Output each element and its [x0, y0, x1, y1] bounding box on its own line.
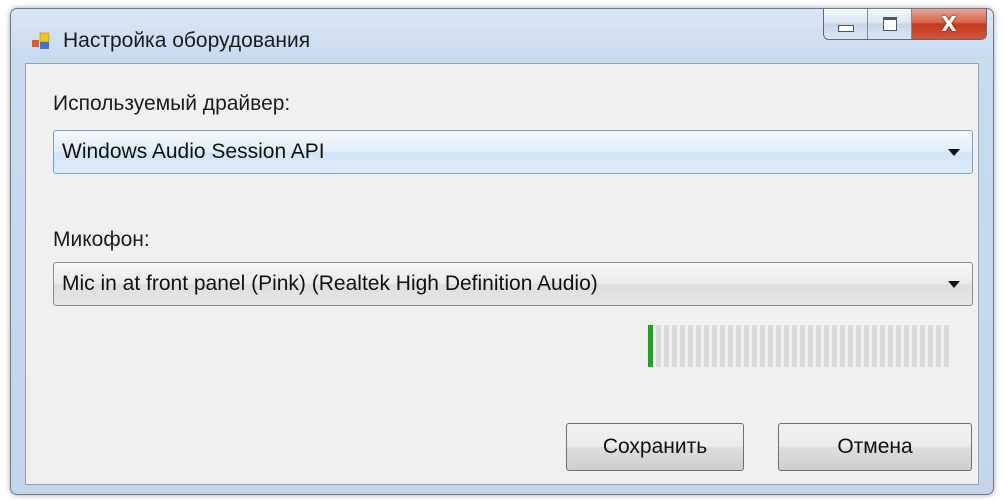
level-meter-segment [832, 325, 837, 367]
level-meter-segment [776, 325, 781, 367]
level-meter-segment [744, 325, 749, 367]
settings-window: Настройка оборудования X Используемый др… [10, 8, 994, 495]
level-meter-segment [680, 325, 685, 367]
level-meter-segment [896, 325, 901, 367]
minimize-button[interactable] [824, 9, 868, 39]
level-meter-segment [720, 325, 725, 367]
level-meter-segment [840, 325, 845, 367]
level-meter-segment [752, 325, 757, 367]
level-meter-segment [872, 325, 877, 367]
microphone-select-value: Mic in at front panel (Pink) (Realtek Hi… [62, 272, 598, 295]
level-meter-segment [864, 325, 869, 367]
level-meter-segment [816, 325, 821, 367]
level-meter-segment [648, 325, 653, 367]
minimize-icon [837, 24, 854, 32]
save-button[interactable]: Сохранить [566, 423, 744, 471]
driver-select-value: Windows Audio Session API [62, 140, 325, 163]
level-meter-segment [712, 325, 717, 367]
level-meter-segment [920, 325, 925, 367]
close-button[interactable]: X [912, 9, 986, 39]
level-meter-segment [696, 325, 701, 367]
level-meter-segment [912, 325, 917, 367]
input-level-meter [648, 325, 970, 367]
level-meter-segment [664, 325, 669, 367]
level-meter-segment [880, 325, 885, 367]
level-meter-segment [904, 325, 909, 367]
level-meter-segment [856, 325, 861, 367]
level-meter-segment [704, 325, 709, 367]
level-meter-segment [824, 325, 829, 367]
level-meter-segment [768, 325, 773, 367]
close-icon: X [941, 12, 957, 36]
level-meter-segment [656, 325, 661, 367]
level-meter-segment [944, 325, 949, 367]
maximize-button[interactable] [868, 9, 912, 39]
cancel-button[interactable]: Отмена [778, 423, 972, 471]
level-meter-segment [888, 325, 893, 367]
dialog-body: Используемый драйвер: Windows Audio Sess… [25, 63, 979, 485]
title-bar[interactable]: Настройка оборудования X [11, 9, 993, 61]
microphone-label: Микофон: [53, 228, 150, 251]
level-meter-segment [936, 325, 941, 367]
window-title: Настройка оборудования [63, 29, 311, 52]
driver-label: Используемый драйвер: [53, 92, 291, 115]
level-meter-segment [848, 325, 853, 367]
driver-select[interactable]: Windows Audio Session API [53, 130, 973, 174]
level-meter-segment [672, 325, 677, 367]
window-app-icon [32, 32, 50, 49]
level-meter-segment [728, 325, 733, 367]
microphone-select[interactable]: Mic in at front panel (Pink) (Realtek Hi… [53, 262, 973, 306]
level-meter-segment [792, 325, 797, 367]
level-meter-segment [736, 325, 741, 367]
level-meter-segment [784, 325, 789, 367]
chevron-down-icon [948, 149, 960, 156]
level-meter-segment [760, 325, 765, 367]
chevron-down-icon [948, 281, 960, 288]
level-meter-segment [928, 325, 933, 367]
level-meter-segment [808, 325, 813, 367]
level-meter-segment [688, 325, 693, 367]
caption-buttons: X [823, 9, 987, 40]
maximize-icon [882, 17, 897, 31]
level-meter-segment [800, 325, 805, 367]
